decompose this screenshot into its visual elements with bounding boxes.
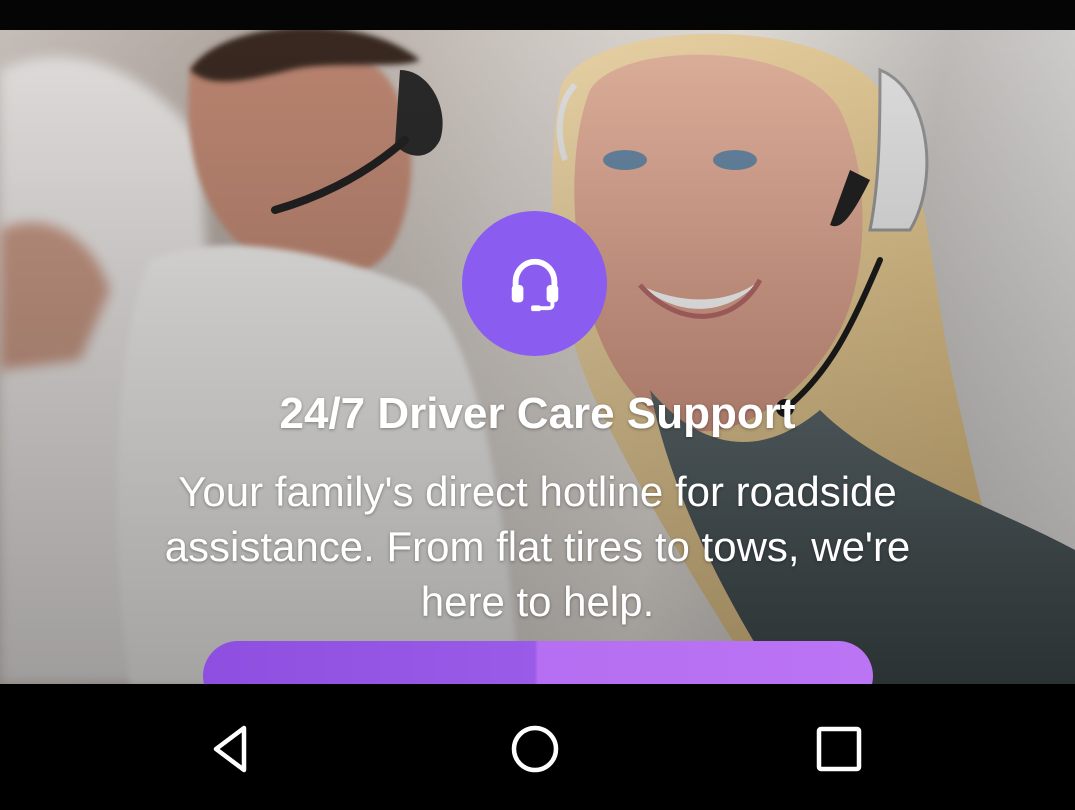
page-title: 24/7 Driver Care Support <box>279 389 796 438</box>
back-triangle-icon[interactable] <box>197 714 267 784</box>
hero-description: Your family's direct hotline for roadsid… <box>164 468 911 625</box>
headset-icon <box>462 211 607 356</box>
status-bar <box>0 0 1075 30</box>
home-circle-icon[interactable] <box>500 714 570 784</box>
recents-square-icon[interactable] <box>804 714 874 784</box>
navigation-bar <box>0 684 1075 810</box>
app-screen: 24/7 Driver Care Support Your family's d… <box>0 0 1075 810</box>
hero-section: 24/7 Driver Care Support Your family's d… <box>0 30 1075 684</box>
